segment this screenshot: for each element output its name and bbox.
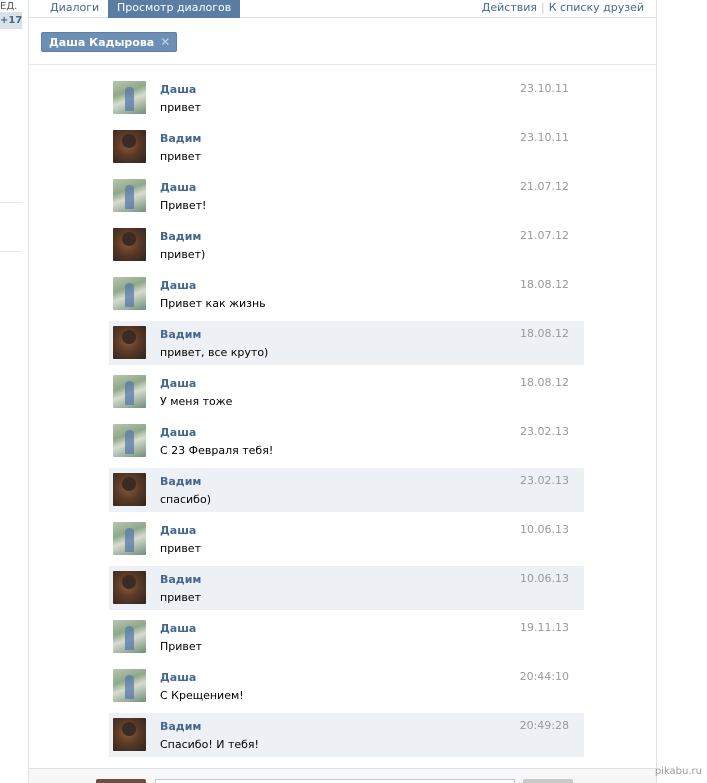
divider bbox=[0, 251, 22, 252]
message-text: привет, все круто) bbox=[160, 346, 269, 359]
message-row[interactable]: Даша С Крещением! 20:44:10 bbox=[109, 664, 584, 708]
message-text: Спасибо! И тебя! bbox=[160, 738, 259, 751]
avatar[interactable] bbox=[113, 522, 146, 555]
message-text: С 23 Февраля тебя! bbox=[160, 444, 274, 457]
avatar[interactable] bbox=[113, 228, 146, 261]
avatar[interactable] bbox=[113, 718, 146, 751]
counter-badge[interactable]: +17 bbox=[0, 12, 22, 29]
actions-link[interactable]: Действия bbox=[482, 1, 537, 14]
message-row[interactable]: Вадим Спасибо! И тебя! 20:49:28 bbox=[109, 713, 584, 757]
message-text: Привет bbox=[160, 640, 203, 653]
message-text: У меня тоже bbox=[160, 395, 233, 408]
message-row[interactable]: Даша У меня тоже 18.08.12 bbox=[109, 370, 584, 414]
message-date: 20:44:10 bbox=[519, 670, 569, 683]
message-row[interactable]: Вадим привет 10.06.13 bbox=[109, 566, 584, 610]
message-text: привет bbox=[160, 101, 201, 114]
tab-bar: Диалоги Просмотр диалогов Действия | К спи… bbox=[29, 0, 656, 18]
tab-view-dialogs[interactable]: Просмотр диалогов bbox=[108, 0, 241, 18]
avatar[interactable] bbox=[113, 424, 146, 457]
message-date: 23.02.13 bbox=[520, 425, 569, 438]
message-date: 21.07.12 bbox=[520, 180, 569, 193]
header-actions: Действия | К списку друзей bbox=[482, 0, 644, 18]
message-author[interactable]: Вадим bbox=[160, 720, 201, 733]
message-author[interactable]: Даша bbox=[160, 622, 196, 635]
message-text: привет) bbox=[160, 248, 206, 261]
message-author[interactable]: Даша bbox=[160, 377, 196, 390]
message-row[interactable]: Даша Привет 19.11.13 bbox=[109, 615, 584, 659]
dialog-panel: Диалоги Просмотр диалогов Действия | К спи… bbox=[28, 0, 657, 783]
avatar[interactable] bbox=[113, 130, 146, 163]
avatar[interactable] bbox=[113, 571, 146, 604]
compose-area bbox=[29, 768, 656, 783]
message-date: 18.08.12 bbox=[520, 376, 569, 389]
tab-dialogs[interactable]: Диалоги bbox=[41, 0, 108, 18]
message-row[interactable]: Даша Привет как жизнь 18.08.12 bbox=[109, 272, 584, 316]
right-margin: pikabu.ru bbox=[655, 0, 707, 783]
message-date: 20:49:28 bbox=[519, 719, 569, 732]
avatar[interactable] bbox=[113, 375, 146, 408]
message-author[interactable]: Даша bbox=[160, 426, 196, 439]
conversation-filter-chip[interactable]: Даша Кадырова ✕ bbox=[41, 32, 178, 52]
message-text: С Крещением! bbox=[160, 689, 244, 702]
divider bbox=[0, 202, 22, 203]
friends-list-link[interactable]: К списку друзей bbox=[549, 1, 644, 14]
header-divider bbox=[29, 64, 656, 65]
message-author[interactable]: Даша bbox=[160, 524, 196, 537]
message-date: 23.10.11 bbox=[520, 82, 569, 95]
message-date: 10.06.13 bbox=[520, 572, 569, 585]
left-column-fragment: ЕД. +17 bbox=[0, 0, 24, 783]
message-date: 18.08.12 bbox=[520, 327, 569, 340]
message-text: спасибо) bbox=[160, 493, 211, 506]
avatar[interactable] bbox=[113, 326, 146, 359]
message-author[interactable]: Даша bbox=[160, 671, 196, 684]
avatar[interactable] bbox=[113, 81, 146, 114]
message-input[interactable] bbox=[155, 779, 515, 783]
avatar[interactable] bbox=[113, 277, 146, 310]
message-date: 21.07.12 bbox=[520, 229, 569, 242]
message-row[interactable]: Даша привет 23.10.11 bbox=[109, 76, 584, 120]
message-row[interactable]: Даша С 23 Февраля тебя! 23.02.13 bbox=[109, 419, 584, 463]
message-author[interactable]: Вадим bbox=[160, 132, 201, 145]
message-author[interactable]: Даша bbox=[160, 83, 196, 96]
message-row[interactable]: Даша привет 10.06.13 bbox=[109, 517, 584, 561]
message-date: 10.06.13 bbox=[520, 523, 569, 536]
message-text: Привет! bbox=[160, 199, 207, 212]
filter-name: Даша Кадырова bbox=[49, 35, 155, 49]
my-avatar bbox=[96, 779, 146, 783]
message-author[interactable]: Вадим bbox=[160, 328, 201, 341]
message-row[interactable]: Вадим привет, все круто) 18.08.12 bbox=[109, 321, 584, 365]
message-row[interactable]: Вадим спасибо) 23.02.13 bbox=[109, 468, 584, 512]
message-author[interactable]: Вадим bbox=[160, 230, 201, 243]
recipient-avatar bbox=[523, 779, 573, 783]
avatar[interactable] bbox=[113, 473, 146, 506]
message-date: 19.11.13 bbox=[520, 621, 569, 634]
message-text: привет bbox=[160, 542, 201, 555]
message-author[interactable]: Вадим bbox=[160, 475, 201, 488]
message-row[interactable]: Вадим привет 23.10.11 bbox=[109, 125, 584, 169]
message-text: привет bbox=[160, 591, 201, 604]
separator: | bbox=[541, 1, 545, 14]
avatar[interactable] bbox=[113, 620, 146, 653]
avatar[interactable] bbox=[113, 179, 146, 212]
message-date: 23.10.11 bbox=[520, 131, 569, 144]
message-text: привет bbox=[160, 150, 201, 163]
message-text: Привет как жизнь bbox=[160, 297, 266, 310]
message-date: 23.02.13 bbox=[520, 474, 569, 487]
message-author[interactable]: Даша bbox=[160, 181, 196, 194]
message-author[interactable]: Вадим bbox=[160, 573, 201, 586]
close-icon[interactable]: ✕ bbox=[160, 35, 170, 49]
watermark: pikabu.ru bbox=[654, 766, 702, 777]
message-author[interactable]: Даша bbox=[160, 279, 196, 292]
message-row[interactable]: Даша Привет! 21.07.12 bbox=[109, 174, 584, 218]
avatar[interactable] bbox=[113, 669, 146, 702]
message-date: 18.08.12 bbox=[520, 278, 569, 291]
message-row[interactable]: Вадим привет) 21.07.12 bbox=[109, 223, 584, 267]
